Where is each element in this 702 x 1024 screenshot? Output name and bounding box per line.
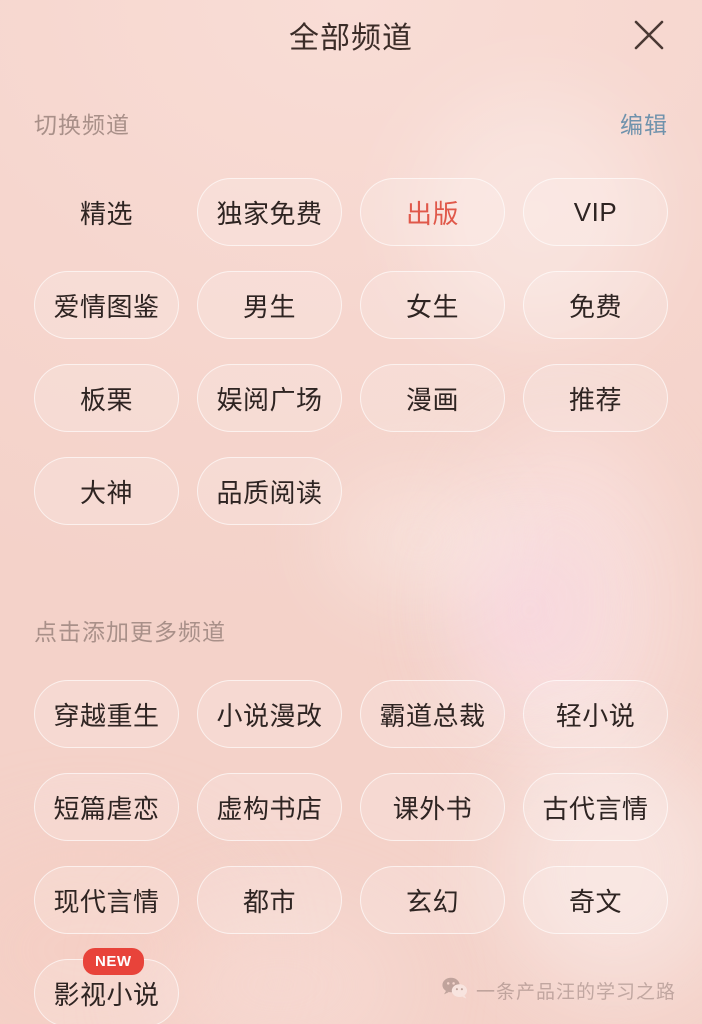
- channel-chip-label: 短篇虐恋: [53, 793, 160, 824]
- section-header: 点击添加更多频道: [34, 613, 668, 649]
- channel-chip-label: 品质阅读: [216, 477, 323, 508]
- channel-chip-label: 独家免费: [216, 198, 323, 229]
- channel-chip[interactable]: NEW 影视小说: [34, 948, 179, 1024]
- channel-chip[interactable]: 轻小说: [523, 680, 668, 748]
- channel-chip-grid: 精选 独家免费 出版 VIP 爱情图鉴 男生 女生 免费板栗 娱阅广场 漫画 推荐大神 品质阅读: [34, 178, 668, 525]
- section-title: 切换频道: [34, 112, 130, 138]
- channel-chip[interactable]: 免费: [523, 271, 668, 339]
- channel-chip[interactable]: 虚构书店: [197, 773, 342, 841]
- channel-chip[interactable]: 都市: [197, 866, 342, 934]
- channel-chip-label: 推荐: [568, 384, 622, 415]
- channel-chip[interactable]: 精选: [34, 178, 179, 246]
- channel-chip[interactable]: 品质阅读: [197, 457, 342, 525]
- panel-header: 全部频道: [0, 0, 702, 70]
- channel-chip[interactable]: 男生: [197, 271, 342, 339]
- page-title: 全部频道: [289, 22, 413, 55]
- channel-chip[interactable]: 大神: [34, 457, 179, 525]
- channel-chip-label: 现代言情: [53, 886, 160, 917]
- channel-chip[interactable]: 现代言情: [34, 866, 179, 934]
- channel-chip-label: 精选: [79, 198, 133, 229]
- channel-chip-label: 出版: [405, 198, 459, 229]
- section-add-channels: 点击添加更多频道 穿越重生 小说漫改 霸道总裁 轻小说短篇虐恋 虚构书店 课外书 古代言情现…: [0, 613, 702, 1024]
- channel-chip[interactable]: 女生: [360, 271, 505, 339]
- channel-chip[interactable]: 古代言情: [523, 773, 668, 841]
- new-badge: NEW: [83, 948, 144, 975]
- channel-chip[interactable]: 推荐: [523, 364, 668, 432]
- channel-chip[interactable]: 课外书: [360, 773, 505, 841]
- channel-chip-label: 轻小说: [555, 700, 636, 731]
- channel-chip-label: 女生: [405, 291, 459, 322]
- channel-chip-label: 漫画: [405, 384, 459, 415]
- channel-chip[interactable]: 娱阅广场: [197, 364, 342, 432]
- channel-chip[interactable]: 穿越重生: [34, 680, 179, 748]
- channel-chip-label: 免费: [568, 291, 622, 322]
- channel-chip[interactable]: 奇文: [523, 866, 668, 934]
- channel-chip[interactable]: 小说漫改: [197, 680, 342, 748]
- watermark-text: 一条产品汪的学习之路: [475, 982, 676, 1003]
- channel-chip-label: VIP: [573, 196, 618, 227]
- channel-chip[interactable]: VIP: [523, 178, 668, 246]
- channel-chip-label: 爱情图鉴: [53, 291, 160, 322]
- channel-chip-label: 影视小说: [53, 979, 160, 1010]
- close-button[interactable]: [622, 8, 676, 62]
- channel-chip-label: 霸道总裁: [379, 700, 486, 731]
- channel-chip-label: 课外书: [392, 793, 473, 824]
- channel-chip[interactable]: 出版: [360, 178, 505, 246]
- channel-chip[interactable]: 玄幻: [360, 866, 505, 934]
- channel-chip[interactable]: 独家免费: [197, 178, 342, 246]
- channel-chip-label: 小说漫改: [216, 700, 323, 731]
- all-channels-panel: 全部频道 切换频道 编辑 精选 独家免费 出版 VIP 爱情图鉴 男生 女生 免费板栗 娱阅广场…: [0, 0, 702, 1024]
- wechat-icon: [442, 977, 468, 1004]
- channel-chip-label: 虚构书店: [216, 793, 323, 824]
- channel-chip-label: 大神: [79, 477, 133, 508]
- channel-chip[interactable]: 漫画: [360, 364, 505, 432]
- edit-button[interactable]: 编辑: [620, 106, 668, 140]
- channel-chip-label: 板栗: [79, 384, 133, 415]
- channel-chip-grid: 穿越重生 小说漫改 霸道总裁 轻小说短篇虐恋 虚构书店 课外书 古代言情现代言情 都市 玄幻 奇文…: [34, 680, 668, 1024]
- channel-chip[interactable]: 板栗: [34, 364, 179, 432]
- channel-chip[interactable]: 爱情图鉴: [34, 271, 179, 339]
- channel-chip-label: 古代言情: [542, 793, 649, 824]
- channel-chip[interactable]: 短篇虐恋: [34, 773, 179, 841]
- channel-chip[interactable]: 霸道总裁: [360, 680, 505, 748]
- section-title: 点击添加更多频道: [34, 619, 226, 645]
- channel-chip-label: 玄幻: [405, 886, 459, 917]
- close-icon: [632, 18, 666, 52]
- channel-chip-label: 奇文: [568, 886, 622, 917]
- watermark: 一条产品汪的学习之路: [442, 977, 676, 1004]
- channel-chip-label: 男生: [242, 291, 296, 322]
- channel-chip-label: 都市: [242, 886, 296, 917]
- channel-chip-label: 穿越重生: [53, 700, 160, 731]
- section-switch-channel: 切换频道 编辑 精选 独家免费 出版 VIP 爱情图鉴 男生 女生 免费板栗 娱阅广场 漫画 推荐大…: [0, 106, 702, 525]
- section-header: 切换频道 编辑: [34, 106, 668, 142]
- channel-chip-label: 娱阅广场: [216, 384, 323, 415]
